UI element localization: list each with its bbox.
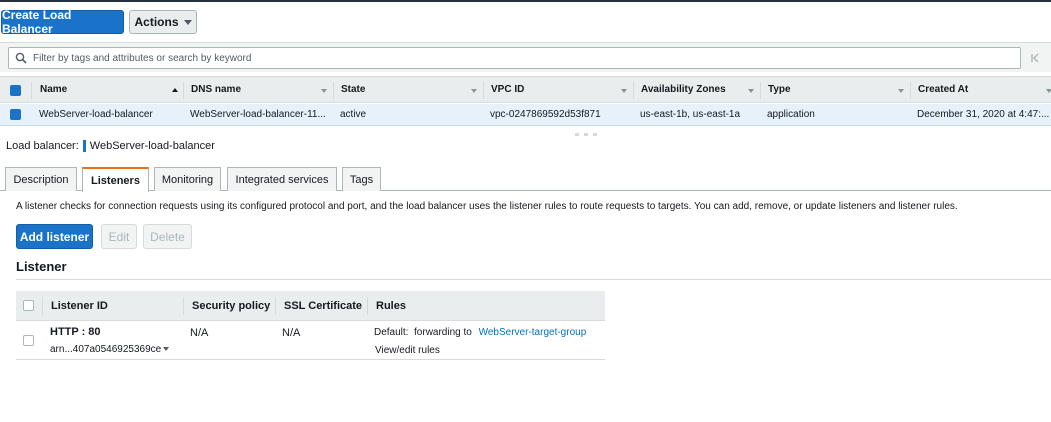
listener-protocol: HTTP : 80 (50, 326, 101, 338)
create-load-balancer-button[interactable]: Create Load Balancer (1, 8, 124, 36)
sort-icon[interactable] (898, 89, 904, 93)
tab-description[interactable]: Description (5, 167, 77, 191)
column-header-dns-name[interactable]: DNS name (183, 77, 333, 102)
search-icon (15, 52, 27, 64)
filter-search-input[interactable]: Filter by tags and attributes or search … (8, 47, 1021, 69)
sort-icon[interactable] (321, 89, 327, 93)
edit-button[interactable]: Edit (101, 224, 137, 249)
column-header-security-policy: Security policy (192, 300, 271, 312)
listener-rule-default: Default: forwarding to WebServer-target-… (374, 327, 587, 338)
column-header-availability-zones[interactable]: Availability Zones (633, 77, 760, 102)
column-header-rules: Rules (376, 300, 406, 312)
resize-handle[interactable] (575, 133, 597, 137)
detail-label: Load balancer: (6, 140, 79, 152)
first-page-icon[interactable] (1028, 49, 1042, 67)
target-group-link[interactable]: WebServer-target-group (479, 327, 587, 338)
sort-icon[interactable] (471, 89, 477, 93)
row-checkbox[interactable] (10, 109, 21, 120)
listener-row-checkbox[interactable] (23, 335, 34, 346)
delete-button[interactable]: Delete (143, 224, 192, 249)
section-divider (16, 279, 1051, 280)
actions-label: Actions (134, 15, 179, 29)
column-header-ssl-certificate: SSL Certificate (284, 300, 363, 312)
listeners-table-header: Listener ID Security policy SSL Certific… (16, 291, 605, 321)
column-header-created-at[interactable]: Created At (910, 77, 1051, 102)
tab-monitoring[interactable]: Monitoring (154, 167, 221, 191)
select-all-checkbox[interactable] (10, 85, 21, 96)
column-header-listener-id: Listener ID (51, 300, 108, 312)
listener-security-policy: N/A (190, 327, 209, 339)
column-header-vpc-id[interactable]: VPC ID (483, 77, 633, 102)
sort-icon[interactable] (621, 89, 627, 93)
view-edit-rules-link[interactable]: View/edit rules (375, 345, 440, 356)
listener-arn[interactable]: arn...407a0546925369ce (50, 344, 170, 355)
filter-placeholder: Filter by tags and attributes or search … (33, 52, 252, 64)
cell-vpc-id: vpc-0247869592d53f871 (490, 109, 601, 120)
cell-dns-name: WebServer-load-balancer-11... (190, 109, 326, 120)
column-header-type[interactable]: Type (760, 77, 910, 102)
actions-dropdown-button[interactable]: Actions (129, 10, 197, 34)
filter-bar: Filter by tags and attributes or search … (0, 42, 1051, 72)
chevron-down-icon (183, 19, 192, 25)
table-header: Name DNS name State VPC ID Availability … (0, 76, 1051, 103)
tab-tags[interactable]: Tags (342, 167, 381, 191)
caret-down-icon (163, 347, 170, 352)
add-listener-button[interactable]: Add listener (16, 224, 93, 249)
cell-name: WebServer-load-balancer (39, 109, 153, 120)
tab-integrated-services[interactable]: Integrated services (227, 167, 337, 191)
listener-ssl-certificate: N/A (282, 327, 301, 339)
create-load-balancer-label: Create Load Balancer (2, 8, 72, 36)
tab-listeners[interactable]: Listeners (82, 167, 149, 192)
toolbar: Create Load Balancer Actions (0, 2, 1051, 42)
cell-created-at: December 31, 2020 at 4:47:... (917, 109, 1050, 120)
select-all-listeners-checkbox[interactable] (23, 300, 34, 311)
detail-load-balancer-name: WebServer-load-balancer (89, 140, 215, 152)
table-row[interactable]: WebServer-load-balancer WebServer-load-b… (0, 104, 1051, 126)
selected-marker (82, 140, 86, 152)
detail-tabs: Description Listeners Monitoring Integra… (0, 166, 1051, 192)
column-header-state[interactable]: State (333, 77, 483, 102)
column-header-name[interactable]: Name (32, 77, 182, 102)
table-row[interactable]: HTTP : 80 arn...407a0546925369ce N/A N/A… (16, 322, 605, 360)
sort-ascending-icon[interactable] (172, 88, 178, 92)
listener-section-title: Listener (16, 259, 67, 274)
cell-state: active (340, 109, 367, 120)
cell-type: application (767, 109, 815, 120)
sort-icon[interactable] (1046, 89, 1051, 93)
sort-icon[interactable] (748, 89, 754, 93)
cell-availability-zones: us-east-1b, us-east-1a (640, 109, 741, 120)
listeners-description: A listener checks for connection request… (16, 201, 958, 212)
detail-title: Load balancer: WebServer-load-balancer (6, 139, 215, 153)
